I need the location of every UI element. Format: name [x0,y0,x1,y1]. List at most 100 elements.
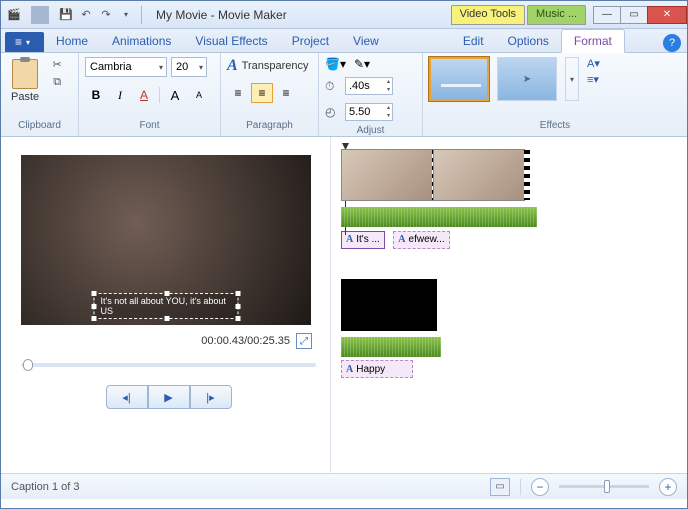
ribbon: Paste ✂ ⧉ Clipboard Cambria 20 B I A A A [1,53,687,137]
copy-icon[interactable]: ⧉ [49,75,65,89]
context-tab-music[interactable]: Music ... [527,5,586,25]
close-button[interactable]: ✕ [647,6,687,24]
audio-track[interactable] [341,207,537,227]
file-tab[interactable]: ≡▾ [5,32,44,52]
window-controls: — ▭ ✕ [594,6,687,24]
caption-text: It's not all about YOU, it's about US [101,296,226,316]
tab-view[interactable]: View [341,30,391,52]
start-time-value[interactable]: .40s [345,77,393,95]
zoom-slider[interactable] [559,485,649,488]
seek-thumb[interactable] [23,359,33,371]
paste-button[interactable]: Paste [7,57,43,105]
status-bar: Caption 1 of 3 ▭ − + [1,473,687,499]
qat-dropdown-icon[interactable]: ▾ [117,6,135,24]
chevron-down-icon: ▾ [26,38,30,47]
play-button[interactable]: ▶ [148,385,190,409]
prev-frame-button[interactable]: ◂| [106,385,148,409]
video-clip[interactable] [341,149,433,201]
shrink-font-button[interactable]: A [188,85,210,105]
group-paragraph: A Transparency ≡ ≡ ≡ Paragraph [221,53,319,136]
maximize-button[interactable]: ▭ [620,6,648,24]
font-color-button[interactable]: A [133,85,155,105]
fullscreen-button[interactable]: ⤢ [296,333,312,349]
align-center-button[interactable]: ≡ [251,83,273,103]
group-font: Cambria 20 B I A A A Font [79,53,221,136]
context-tab-video-tools[interactable]: Video Tools [451,5,525,25]
playback-controls: ◂| ▶ |▸ [21,385,316,409]
caption-counter: Caption 1 of 3 [11,481,80,493]
group-effects: ➤ ▾ A▾ ≡▾ Effects [423,53,687,136]
minimize-button[interactable]: — [593,6,621,24]
preview-pane: It's not all about YOU, it's about US 00… [1,137,331,473]
tab-options[interactable]: Options [496,30,561,52]
group-label: Effects [429,120,681,134]
zoom-out-button[interactable]: − [531,478,549,496]
next-frame-button[interactable]: |▸ [190,385,232,409]
group-label: Font [85,120,214,134]
view-toggle-button[interactable]: ▭ [490,478,510,496]
align-left-button[interactable]: ≡ [227,83,249,103]
caption-clip[interactable]: Aefwew... [393,231,449,249]
group-label: Adjust [325,125,416,136]
clock-icon: ⏱ [325,79,341,94]
duration-spinner[interactable]: ◴ 5.50 [325,103,393,121]
timecode-row: 00:00.43/00:25.35 ⤢ [21,333,316,349]
title-bar: 🎬 💾 ↶ ↷ ▾ My Movie - Movie Maker Video T… [1,1,687,29]
timecode: 00:00.43/00:25.35 [201,335,290,347]
tab-visual-effects[interactable]: Visual Effects [183,30,279,52]
background-color-icon[interactable]: 🪣▾ [325,57,346,71]
font-family-combo[interactable]: Cambria [85,57,167,77]
effect-none[interactable] [429,57,489,101]
redo-icon[interactable]: ↷ [97,6,115,24]
workspace: It's not all about YOU, it's about US 00… [1,137,687,473]
caption-clip[interactable]: AIt's ... [341,231,385,249]
help-button[interactable]: ? [663,34,681,52]
video-track[interactable] [341,149,537,201]
tab-project[interactable]: Project [280,30,341,52]
video-clip[interactable] [433,149,525,201]
outline-color-icon[interactable]: A▾ [587,57,600,70]
zoom-in-button[interactable]: + [659,478,677,496]
tab-home[interactable]: Home [44,30,100,52]
outline-size-icon[interactable]: ≡▾ [587,73,600,86]
file-menu-icon: ≡ [15,35,22,49]
video-track[interactable] [341,279,441,331]
save-icon[interactable]: 💾 [57,6,75,24]
undo-icon[interactable]: ↶ [77,6,95,24]
transparency-icon: A [227,57,238,75]
italic-button[interactable]: I [109,85,131,105]
duration-value[interactable]: 5.50 [345,103,393,121]
clipboard-icon [12,59,38,89]
tab-animations[interactable]: Animations [100,30,183,52]
caption-edit-box[interactable]: It's not all about YOU, it's about US [94,293,239,319]
group-adjust: 🪣▾ ✎▾ ⏱ .40s ◴ 5.50 Adjust [319,53,423,136]
font-size-combo[interactable]: 20 [171,57,207,77]
duration-icon: ◴ [325,105,341,119]
grow-font-button[interactable]: A [164,85,186,105]
group-clipboard: Paste ✂ ⧉ Clipboard [1,53,79,136]
transparency-button[interactable]: A Transparency [227,57,309,75]
align-right-button[interactable]: ≡ [275,83,297,103]
timeline-pane: AIt's ... Aefwew... AHappy [331,137,687,473]
audio-track[interactable] [341,337,441,357]
caption-clip[interactable]: AHappy [341,360,413,378]
start-time-spinner[interactable]: ⏱ .40s [325,77,393,95]
preview-video[interactable]: It's not all about YOU, it's about US [21,155,311,325]
tab-format[interactable]: Format [561,29,625,53]
bold-button[interactable]: B [85,85,107,105]
ribbon-tabs: ≡▾ Home Animations Visual Effects Projec… [1,29,687,53]
video-clip[interactable] [341,279,437,331]
app-icon: 🎬 [5,6,23,24]
group-label: Clipboard [7,120,72,134]
divider [31,6,49,24]
transparency-label: Transparency [242,60,309,72]
window-title: My Movie - Movie Maker [156,8,287,22]
zoom-thumb[interactable] [604,480,610,493]
cut-icon[interactable]: ✂ [49,57,65,71]
effect-scroll[interactable]: ➤ [497,57,557,101]
tab-edit[interactable]: Edit [451,30,496,52]
edit-text-icon[interactable]: ✎▾ [354,57,370,71]
seek-bar[interactable] [21,363,316,367]
quick-access-toolbar: 🎬 💾 ↶ ↷ ▾ [5,6,135,24]
effects-more-button[interactable]: ▾ [565,57,579,101]
